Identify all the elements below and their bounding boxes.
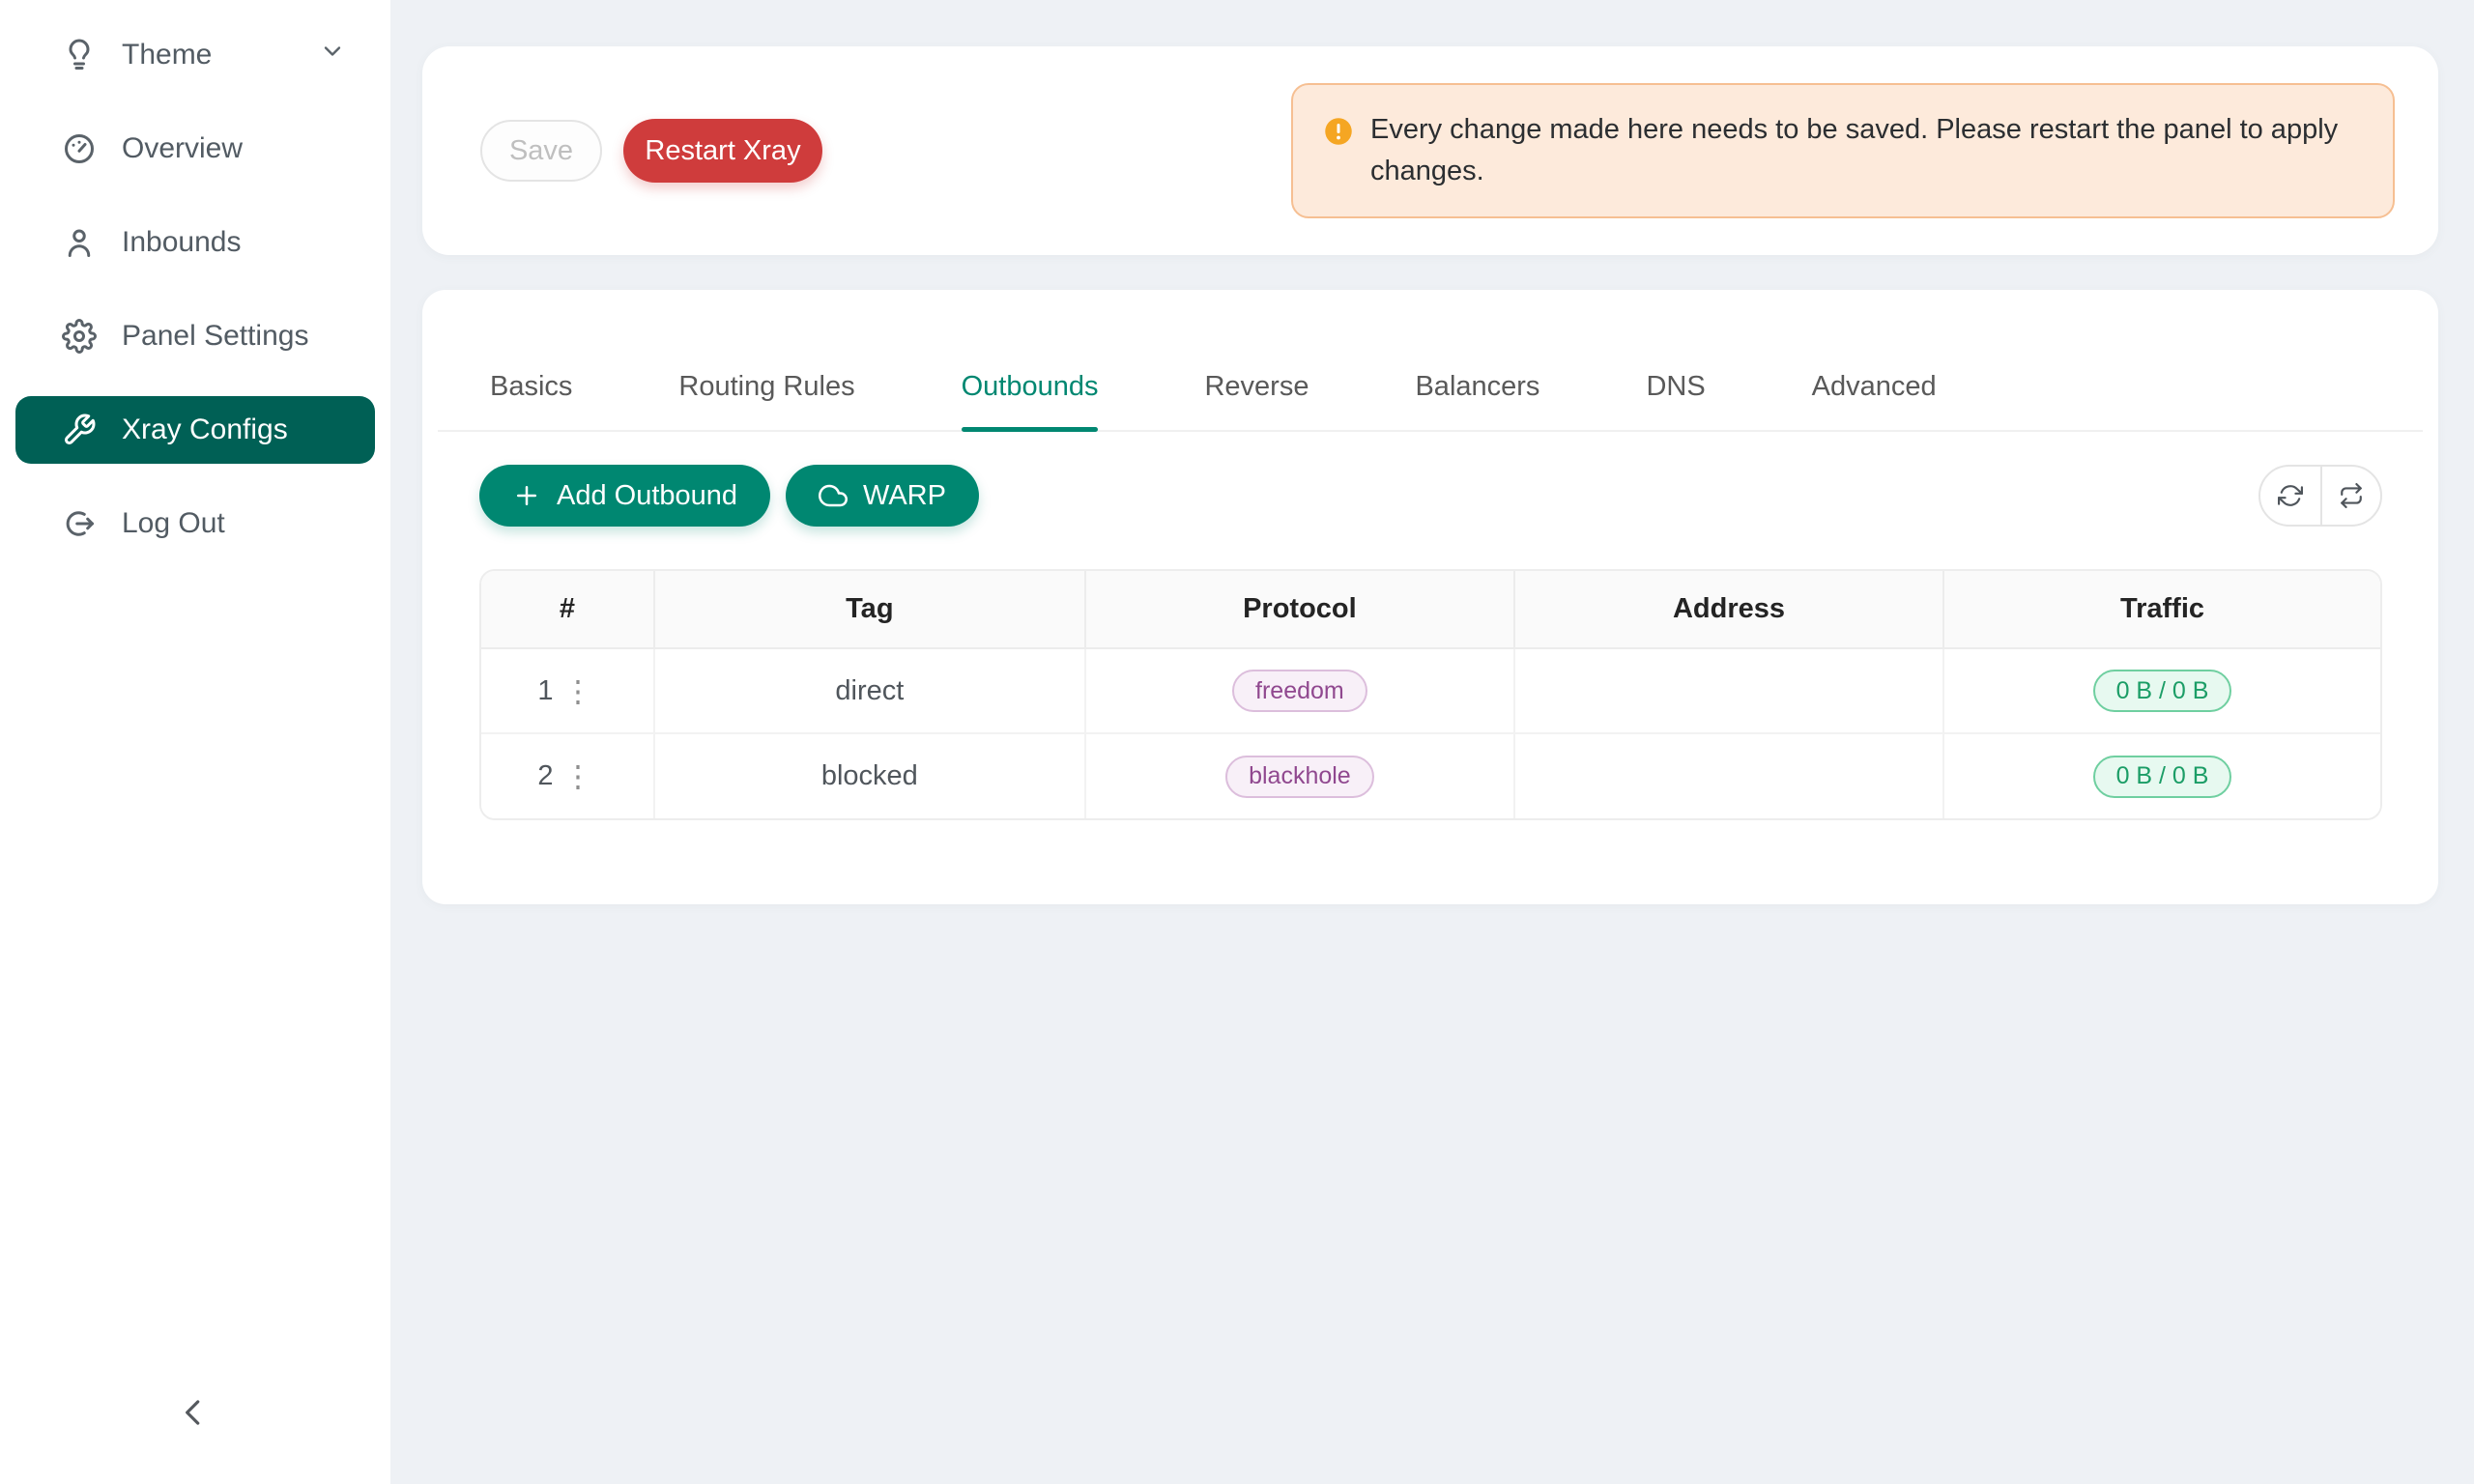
- tab-routing-rules[interactable]: Routing Rules: [678, 350, 854, 430]
- tab-advanced[interactable]: Advanced: [1812, 350, 1937, 430]
- sidebar-item-log-out[interactable]: Log Out: [15, 490, 375, 557]
- protocol-cell: freedom: [1085, 648, 1514, 733]
- sidebar-item-inbounds[interactable]: Inbounds: [15, 209, 375, 276]
- table-header-row: # Tag Protocol Address Traffic: [481, 571, 2380, 648]
- refresh-icon: [2278, 483, 2303, 508]
- tag-cell: direct: [654, 648, 1085, 733]
- table-row: 1 ⋮ direct freedom 0 B / 0 B: [481, 648, 2380, 733]
- column-header-protocol: Protocol: [1085, 571, 1514, 648]
- sidebar-collapse-button[interactable]: [162, 1384, 224, 1445]
- index-cell: 1 ⋮: [481, 648, 654, 733]
- protocol-badge: blackhole: [1225, 756, 1374, 798]
- alert-message: Every change made here needs to be saved…: [1370, 108, 2358, 192]
- warp-button[interactable]: WARP: [786, 465, 979, 527]
- sidebar: Theme Overview Inbounds Panel Settings X…: [0, 0, 390, 1484]
- reorder-button[interactable]: [2320, 467, 2380, 525]
- sidebar-item-label: Theme: [122, 39, 212, 71]
- index-cell: 2 ⋮: [481, 733, 654, 818]
- protocol-badge: freedom: [1232, 670, 1367, 712]
- chevron-down-icon: [319, 38, 346, 72]
- user-icon: [62, 225, 97, 260]
- table-tools-group: [2258, 465, 2382, 527]
- column-header-address: Address: [1514, 571, 1943, 648]
- gear-icon: [62, 319, 97, 354]
- sidebar-item-label: Panel Settings: [122, 320, 308, 353]
- restart-warning-alert: Every change made here needs to be saved…: [1291, 83, 2395, 218]
- chevron-left-icon: [175, 1394, 212, 1436]
- column-header-traffic: Traffic: [1943, 571, 2380, 648]
- toolbar-card: Save Restart Xray Every change made here…: [422, 46, 2438, 255]
- lightbulb-icon: [62, 38, 97, 72]
- sidebar-item-overview[interactable]: Overview: [15, 115, 375, 183]
- main-content: Save Restart Xray Every change made here…: [390, 0, 2474, 1484]
- add-outbound-button[interactable]: Add Outbound: [479, 465, 770, 527]
- traffic-cell: 0 B / 0 B: [1943, 648, 2380, 733]
- tab-basics[interactable]: Basics: [490, 350, 572, 430]
- cloud-icon: [819, 481, 848, 510]
- column-header-tag: Tag: [654, 571, 1085, 648]
- wrench-icon: [62, 413, 97, 447]
- logout-icon: [62, 506, 97, 541]
- sidebar-item-label: Overview: [122, 132, 243, 165]
- traffic-badge: 0 B / 0 B: [2093, 670, 2232, 712]
- outbounds-table: # Tag Protocol Address Traffic 1 ⋮: [479, 569, 2382, 820]
- restart-xray-button[interactable]: Restart Xray: [623, 119, 822, 183]
- sidebar-item-label: Xray Configs: [122, 414, 288, 446]
- sidebar-item-panel-settings[interactable]: Panel Settings: [15, 302, 375, 370]
- xray-configs-card: Basics Routing Rules Outbounds Reverse B…: [422, 290, 2438, 904]
- plus-icon: [512, 481, 541, 510]
- warp-label: WARP: [863, 480, 946, 512]
- save-button[interactable]: Save: [480, 120, 602, 182]
- address-cell: [1514, 648, 1943, 733]
- sidebar-item-theme[interactable]: Theme: [15, 21, 375, 89]
- sidebar-item-label: Inbounds: [122, 226, 241, 259]
- row-number: 1: [537, 675, 553, 707]
- address-cell: [1514, 733, 1943, 818]
- repeat-icon: [2339, 483, 2364, 508]
- sidebar-item-label: Log Out: [122, 507, 225, 540]
- tag-cell: blocked: [654, 733, 1085, 818]
- row-menu-icon[interactable]: ⋮: [559, 674, 596, 708]
- sidebar-item-xray-configs[interactable]: Xray Configs: [15, 396, 375, 464]
- tab-bar: Basics Routing Rules Outbounds Reverse B…: [438, 350, 2423, 432]
- warning-icon: [1324, 117, 1353, 146]
- tab-balancers[interactable]: Balancers: [1415, 350, 1539, 430]
- tab-dns[interactable]: DNS: [1646, 350, 1705, 430]
- tab-outbounds[interactable]: Outbounds: [962, 350, 1099, 430]
- add-outbound-label: Add Outbound: [557, 480, 737, 512]
- gauge-icon: [62, 131, 97, 166]
- row-menu-icon[interactable]: ⋮: [559, 759, 596, 793]
- table-row: 2 ⋮ blocked blackhole 0 B / 0 B: [481, 733, 2380, 818]
- tab-reverse[interactable]: Reverse: [1204, 350, 1309, 430]
- outbounds-actions-row: Add Outbound WARP: [479, 465, 2382, 527]
- column-header-index: #: [481, 571, 654, 648]
- traffic-badge: 0 B / 0 B: [2093, 756, 2232, 798]
- row-number: 2: [537, 760, 553, 792]
- refresh-button[interactable]: [2260, 467, 2320, 525]
- protocol-cell: blackhole: [1085, 733, 1514, 818]
- traffic-cell: 0 B / 0 B: [1943, 733, 2380, 818]
